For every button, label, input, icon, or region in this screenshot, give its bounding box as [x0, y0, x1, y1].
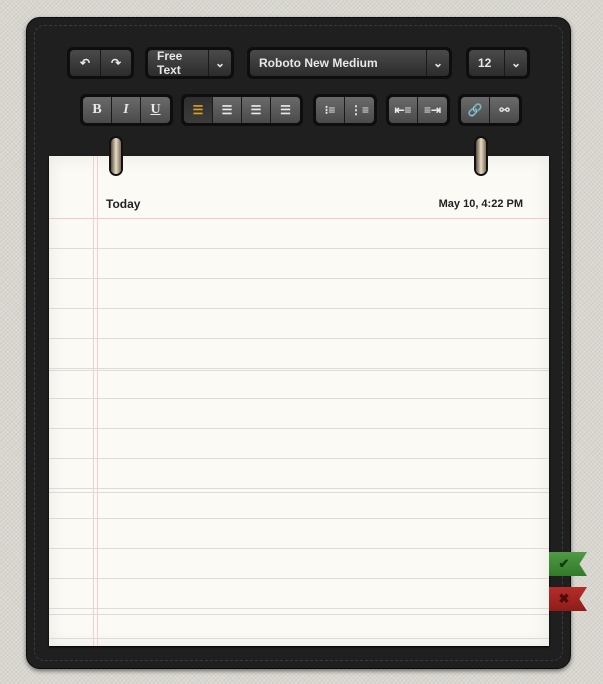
font-select[interactable]: Roboto New Medium ⌄: [247, 47, 452, 79]
bold-button[interactable]: B: [83, 97, 112, 123]
link-group: 🔗 ⚯: [458, 94, 522, 126]
mode-select[interactable]: Free Text ⌄: [145, 47, 234, 79]
list-group: ⁝≡ ⋮≡: [313, 94, 377, 126]
indent-group: ⇤≡ ≡⇥: [386, 94, 450, 126]
style-group: B I U: [80, 94, 173, 126]
chevron-down-icon[interactable]: ⌄: [427, 50, 449, 76]
align-left-button[interactable]: ☰: [184, 97, 213, 123]
close-icon: ✖: [558, 591, 570, 606]
header-rule: [49, 218, 549, 219]
note-date: May 10, 4:22 PM: [438, 198, 523, 210]
link-button[interactable]: 🔗: [461, 97, 490, 123]
indent-icon: ≡⇥: [423, 103, 442, 117]
redo-button[interactable]: ↷: [101, 50, 131, 76]
numbered-list-icon: ⋮≡: [349, 103, 369, 117]
check-icon: ✔: [558, 556, 570, 571]
indent-button[interactable]: ≡⇥: [418, 97, 447, 123]
underline-button[interactable]: U: [141, 97, 170, 123]
chevron-down-icon[interactable]: ⌄: [505, 50, 527, 76]
align-group: ☰ ☰ ☰ ☰: [181, 94, 303, 126]
align-center-button[interactable]: ☰: [213, 97, 242, 123]
bullet-list-button[interactable]: ⁝≡: [316, 97, 345, 123]
align-justify-button[interactable]: ☰: [271, 97, 300, 123]
align-center-icon: ☰: [221, 103, 233, 117]
outdent-button[interactable]: ⇤≡: [389, 97, 418, 123]
ruled-lines: [49, 219, 549, 646]
redo-icon: ↷: [110, 56, 122, 70]
note-title: Today: [106, 197, 141, 211]
link-icon: 🔗: [467, 103, 483, 117]
chevron-down-icon[interactable]: ⌄: [209, 50, 231, 76]
confirm-button[interactable]: ✔: [549, 552, 587, 576]
italic-button[interactable]: I: [112, 97, 141, 123]
numbered-list-button[interactable]: ⋮≡: [345, 97, 374, 123]
align-left-icon: ☰: [192, 103, 204, 117]
binder-ring: [476, 138, 486, 174]
unlink-icon: ⚯: [499, 103, 510, 117]
font-value: Roboto New Medium: [250, 50, 427, 76]
align-justify-icon: ☰: [280, 103, 291, 117]
size-value: 12: [469, 50, 505, 76]
size-select[interactable]: 12 ⌄: [466, 47, 530, 79]
history-group: ↶ ↷: [67, 47, 134, 79]
margin-line: [93, 156, 98, 646]
note-paper[interactable]: Today May 10, 4:22 PM: [49, 156, 549, 646]
outdent-icon: ⇤≡: [394, 103, 412, 117]
unlink-button[interactable]: ⚯: [490, 97, 519, 123]
mode-value: Free Text: [148, 49, 209, 77]
undo-button[interactable]: ↶: [70, 50, 101, 76]
bullet-list-icon: ⁝≡: [324, 103, 336, 117]
align-right-icon: ☰: [250, 103, 262, 117]
binder-ring: [111, 138, 121, 174]
undo-icon: ↶: [79, 56, 91, 70]
cancel-button[interactable]: ✖: [549, 587, 587, 611]
align-right-button[interactable]: ☰: [242, 97, 271, 123]
